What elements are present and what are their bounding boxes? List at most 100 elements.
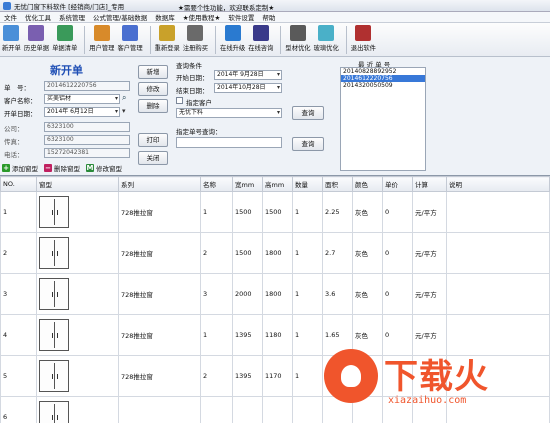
order-no-label: 单 号： — [4, 84, 30, 92]
cell-series: 728推拉窗 — [118, 273, 201, 315]
col-note[interactable]: 说明 — [446, 176, 550, 192]
toolbar-profile-optimize[interactable]: 型材优化 — [285, 23, 311, 52]
list-item-selected[interactable]: 2014612220756 — [341, 75, 425, 82]
new-order-icon — [3, 25, 20, 41]
toolbar-consult[interactable]: 在线咨询 — [248, 23, 273, 52]
start-date-label: 开始日期： — [176, 74, 209, 82]
menu-tutorial[interactable]: ★使用教程★ — [179, 12, 225, 22]
col-qty[interactable]: 数量 — [292, 176, 323, 192]
menu-formula[interactable]: 公式管理/基础数据 — [89, 12, 151, 22]
table-row[interactable]: 2 728推拉窗 2 1500 1800 1 2.7 灰色 0 元/平方 — [0, 232, 550, 274]
list-item[interactable]: 2014320050509 — [341, 82, 425, 89]
menu-optimize-tools[interactable]: 优化工具 — [21, 12, 55, 22]
col-window-type[interactable]: 窗型 — [36, 176, 119, 192]
users-icon — [93, 25, 110, 41]
recent-orders-list[interactable]: 2014082889295​2 2014612220756 2014320050… — [340, 67, 426, 171]
menu-system[interactable]: 系统管理 — [55, 12, 89, 22]
edit-button[interactable]: 修改 — [138, 82, 168, 96]
delete-window-button[interactable]: − 删除窗型 — [44, 163, 80, 173]
edit-window-button[interactable]: M 修改窗型 — [86, 163, 122, 173]
cell-width: 1395 — [232, 314, 263, 356]
query-button[interactable]: 查询 — [292, 106, 324, 120]
cell-height: 1800 — [262, 273, 293, 315]
cell-no: 1 — [0, 191, 37, 233]
end-date-picker[interactable]: 2014年10月28日 — [214, 83, 282, 93]
toolbar-users[interactable]: 用户管理 — [89, 23, 114, 52]
order-query-input[interactable] — [176, 137, 282, 148]
col-series[interactable]: 系列 — [118, 176, 201, 192]
col-color[interactable]: 颜色 — [352, 176, 383, 192]
table-row[interactable]: 1 728推拉窗 1 1500 1500 1 2.25 灰色 0 元/平方 — [0, 191, 550, 233]
toolbar-exit[interactable]: 退出软件 — [351, 23, 376, 52]
toolbar-customers[interactable]: 客户管理 — [117, 23, 143, 52]
profile-icon — [289, 25, 306, 41]
toolbar-separator — [280, 26, 282, 54]
watermark-logo-icon — [324, 349, 378, 403]
col-width[interactable]: 宽mm — [232, 176, 263, 192]
fax-field[interactable]: 6323100 — [44, 135, 130, 145]
toolbar-glass-optimize[interactable]: 玻璃优化 — [314, 23, 339, 52]
history-icon — [28, 25, 45, 41]
window-title: 无忧门窗下料软件 [经销商/门店]_专用 — [14, 2, 125, 11]
col-calc[interactable]: 计算 — [412, 176, 447, 192]
menu-database[interactable]: 数据库 — [151, 12, 179, 22]
new-button[interactable]: 新增 — [138, 65, 168, 79]
phone-field[interactable]: 15272042381 — [44, 148, 130, 158]
menu-file[interactable]: 文件 — [0, 12, 21, 22]
cell-series: 728推拉窗 — [118, 232, 201, 274]
customer-select[interactable]: 买美铝材 — [44, 94, 120, 104]
cell-area: 2.25 — [322, 191, 353, 233]
col-no[interactable]: NO. — [0, 176, 37, 192]
cell-price: 0 — [382, 232, 413, 274]
table-row[interactable]: 3 728推拉窗 3 2000 1800 1 3.6 灰色 0 元/平方 — [0, 273, 550, 315]
cell-calc: 元/平方 — [412, 191, 447, 233]
customer-checkbox-label: 指定客户 — [186, 99, 212, 107]
cell-width: 1500 — [232, 191, 263, 233]
title-banner: ★需要个性功能，欢迎联系定制★ — [178, 4, 275, 12]
delete-button[interactable]: 删除 — [138, 99, 168, 113]
cell-height: 1500 — [262, 191, 293, 233]
cell-height — [262, 396, 293, 423]
cell-name: 1 — [200, 314, 233, 356]
start-date-picker[interactable]: 2014年 9月28日 — [214, 70, 282, 80]
sliding-window-icon — [39, 360, 69, 392]
menu-help[interactable]: 帮助 — [258, 12, 279, 22]
col-area[interactable]: 面积 — [322, 176, 353, 192]
col-height[interactable]: 高mm — [262, 176, 293, 192]
print-button[interactable]: 打印 — [138, 133, 168, 147]
customer-checkbox[interactable] — [176, 97, 183, 104]
col-price[interactable]: 单价 — [382, 176, 413, 192]
cell-name: 2 — [200, 355, 233, 397]
company-field[interactable]: 6323100 — [44, 122, 130, 132]
cell-series — [118, 396, 201, 423]
order-no-field[interactable]: 2014612220756 — [44, 81, 130, 91]
menu-settings[interactable]: 软件设置 — [224, 12, 258, 22]
cell-calc: 元/平方 — [412, 232, 447, 274]
query-customer-select[interactable]: 无忧下料 — [176, 108, 282, 118]
add-window-button[interactable]: + 添加窗型 — [2, 163, 38, 173]
toolbar-order-list[interactable]: 单据清单 — [52, 23, 77, 52]
col-name[interactable]: 名称 — [200, 176, 233, 192]
toolbar-register[interactable]: 注册购买 — [183, 23, 208, 52]
cell-area: 2.7 — [322, 232, 353, 274]
toolbar-upgrade[interactable]: 在线升级 — [220, 23, 245, 52]
toolbar: 新开单 历史单据 单据清单 用户管理 客户管理 重新登录 注册购买 在线升级 在… — [0, 23, 550, 57]
date-dropdown-icon[interactable]: ▾ — [122, 107, 126, 115]
cell-note — [446, 232, 550, 274]
cell-window-image — [36, 232, 119, 274]
date-picker[interactable]: 2014年 6月12日 — [44, 107, 120, 117]
toolbar-new-order[interactable]: 新开单 — [2, 23, 21, 52]
toolbar-history[interactable]: 历史单据 — [24, 23, 49, 52]
cell-price: 0 — [382, 191, 413, 233]
cell-series: 728推拉窗 — [118, 314, 201, 356]
search-icon[interactable]: ⌕ — [122, 93, 126, 103]
sliding-window-icon — [39, 401, 69, 423]
edit-icon: M — [86, 163, 94, 172]
cell-no: 6 — [0, 396, 37, 423]
list-item[interactable]: 2014082889295​2 — [341, 68, 425, 75]
order-query-label: 指定单号查询： — [176, 128, 222, 136]
toolbar-relogin[interactable]: 重新登录 — [155, 23, 180, 52]
minus-icon: − — [44, 163, 52, 172]
sliding-window-icon — [39, 278, 69, 310]
query-order-button[interactable]: 查询 — [292, 137, 324, 151]
